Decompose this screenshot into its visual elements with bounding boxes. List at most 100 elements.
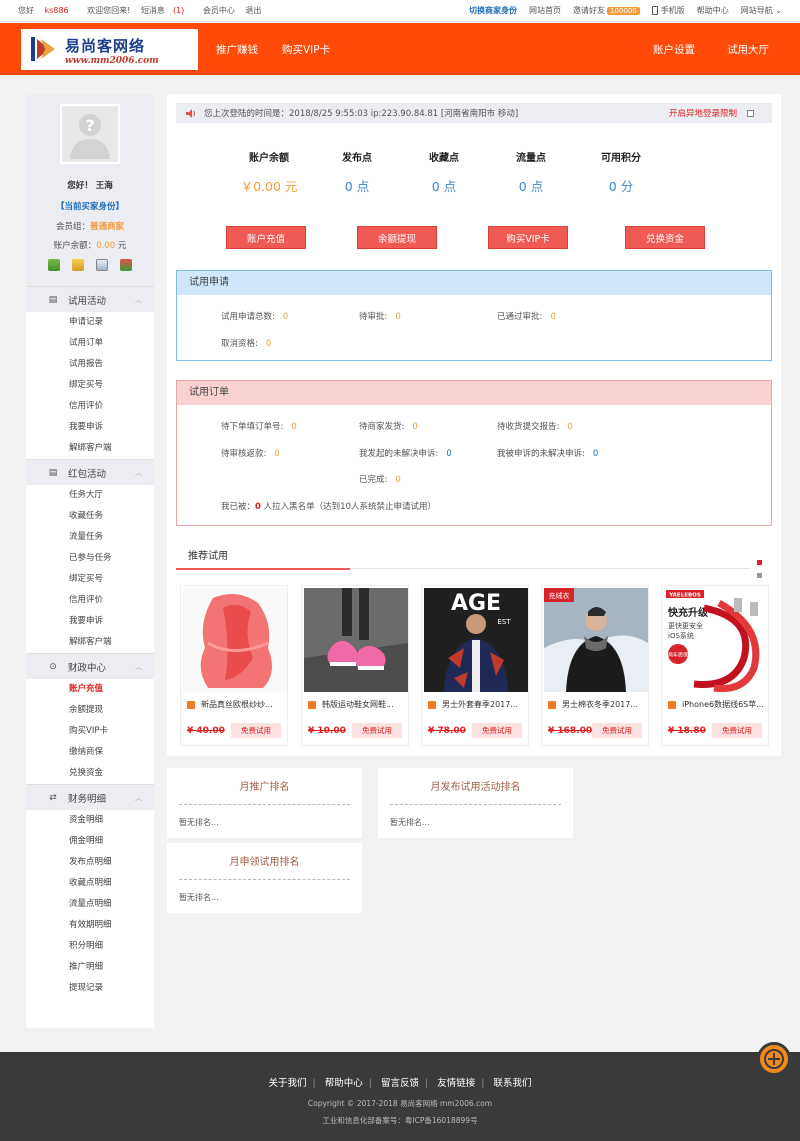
sidebar-item-joined-task[interactable]: 已参与任务: [26, 548, 154, 569]
sidebar-item-promo-detail[interactable]: 推广明细: [26, 957, 154, 978]
product-card[interactable]: AGE EST 男士外套春季2017... ¥ 78.00 免费试用: [421, 585, 529, 746]
float-plus-button[interactable]: [757, 1042, 791, 1076]
product-image[interactable]: 充绒衣: [544, 588, 648, 692]
switch-role-link[interactable]: 切换商家身份: [469, 5, 517, 16]
sidebar-item-traffic-detail[interactable]: 流量点明细: [26, 894, 154, 915]
sidebar-item-bind-buyer[interactable]: 绑定买号: [26, 375, 154, 396]
id-card-icon[interactable]: [96, 259, 108, 271]
sidebar-item-unbind-client-2[interactable]: 解绑客户端: [26, 632, 154, 653]
free-trial-button[interactable]: 免费试用: [472, 723, 522, 738]
remote-login-limit[interactable]: 开启异地登录限制: [669, 107, 754, 119]
sidebar-item-bind-buyer-2[interactable]: 绑定买号: [26, 569, 154, 590]
free-trial-button[interactable]: 免费试用: [592, 723, 642, 738]
sidebar-group-details[interactable]: ⇄ 财务明细 ︿: [26, 784, 154, 810]
free-trial-button[interactable]: 免费试用: [231, 723, 281, 738]
sidebar-group-trial[interactable]: ▤ 试用活动 ︿: [26, 286, 154, 312]
coins-icon[interactable]: [72, 259, 84, 271]
product-title[interactable]: 男士棉衣冬季2017...: [548, 699, 646, 710]
profile-quick-icons: [26, 259, 154, 271]
document-icon: ▤: [48, 467, 58, 478]
welcome-text: 欢迎您回来!: [87, 6, 131, 15]
footer-link-feedback[interactable]: 留言反馈: [381, 1078, 419, 1089]
recharge-button[interactable]: 账户充值: [226, 226, 306, 249]
free-trial-button[interactable]: 免费试用: [352, 723, 402, 738]
sidebar-item-appeal-2[interactable]: 我要申诉: [26, 611, 154, 632]
sidebar-item-trial-reports[interactable]: 试用报告: [26, 354, 154, 375]
gift-icon[interactable]: [120, 259, 132, 271]
sidebar-item-buy-vip[interactable]: 购买VIP卡: [26, 721, 154, 742]
site-nav-dropdown[interactable]: 网站导航 ⌄: [741, 5, 782, 16]
sidebar-item-fund-detail[interactable]: 资金明细: [26, 810, 154, 831]
username-link[interactable]: ks886: [45, 6, 69, 15]
sidebar-item-publish-detail[interactable]: 发布点明细: [26, 852, 154, 873]
sidebar-item-fav-detail[interactable]: 收藏点明细: [26, 873, 154, 894]
header: 易尚客网络 www.mm2006.com 推广赚钱 购买VIP卡 账户设置 试用…: [0, 23, 800, 75]
secondary-nav: 账户设置 试用大厅: [653, 23, 769, 75]
sidebar-item-exchange[interactable]: 兑换资金: [26, 763, 154, 784]
sidebar-item-recharge[interactable]: 账户充值: [26, 679, 154, 700]
sidebar-item-credit-2[interactable]: 信用评价: [26, 590, 154, 611]
sidebar-item-fav-task[interactable]: 收藏任务: [26, 506, 154, 527]
product-image[interactable]: AGE EST: [424, 588, 528, 692]
rank-divider: [179, 804, 350, 805]
sidebar-item-deposit[interactable]: 缴纳商保: [26, 742, 154, 763]
sidebar-item-validity-detail[interactable]: 有效期明细: [26, 915, 154, 936]
sidebar-item-withdraw-records[interactable]: 提现记录: [26, 978, 154, 999]
sidebar-item-task-hall[interactable]: 任务大厅: [26, 485, 154, 506]
product-title[interactable]: 男士外套春季2017...: [428, 699, 526, 710]
logout-link[interactable]: 退出: [245, 6, 261, 15]
avatar[interactable]: ?: [60, 104, 120, 164]
footer-icp: 工业和信息化部备案号：粤ICP备16018899号: [322, 1116, 478, 1125]
sidebar-item-traffic-task[interactable]: 流量任务: [26, 527, 154, 548]
free-trial-button[interactable]: 免费试用: [712, 723, 762, 738]
footer-link-friends[interactable]: 友情链接: [437, 1078, 475, 1089]
nav-account-settings[interactable]: 账户设置: [653, 42, 695, 57]
member-center-link[interactable]: 会员中心: [203, 6, 235, 15]
product-image[interactable]: [183, 588, 287, 692]
site-home-link[interactable]: 网站首页: [529, 5, 561, 16]
help-link[interactable]: 帮助中心: [697, 5, 729, 16]
profile-role[interactable]: 【当前买家身份】: [26, 200, 154, 212]
footer-link-about[interactable]: 关于我们: [268, 1078, 306, 1089]
product-image[interactable]: YAELEBOS 快充升级 更快更安全 iOS系统 两年质保: [664, 588, 768, 692]
apply-passed: 已通过审批: 0: [497, 312, 556, 322]
profile-balance: 账户余额：0.00 元: [53, 241, 127, 251]
tab-recommended-trials[interactable]: 推荐试用: [176, 546, 350, 570]
verify-icon[interactable]: [48, 259, 60, 271]
product-title[interactable]: 韩版运动鞋女网鞋...: [308, 699, 406, 710]
nav-buy-vip[interactable]: 购买VIP卡: [282, 42, 330, 57]
sidebar-group-redpacket[interactable]: ▤ 红包活动 ︿: [26, 459, 154, 485]
mobile-link[interactable]: 手机版: [651, 5, 685, 16]
buy-vip-button[interactable]: 购买VIP卡: [488, 226, 568, 249]
carousel-dot[interactable]: [757, 573, 762, 578]
remote-login-checkbox[interactable]: [747, 109, 754, 117]
withdraw-button[interactable]: 余额提现: [357, 226, 437, 249]
sidebar-item-unbind-client[interactable]: 解绑客户端: [26, 438, 154, 459]
footer-link-contact[interactable]: 联系我们: [493, 1078, 531, 1089]
exchange-button[interactable]: 兑换资金: [625, 226, 705, 249]
nav-trial-hall[interactable]: 试用大厅: [727, 42, 769, 57]
product-card[interactable]: 充绒衣 男士棉衣冬季2017... ¥ 168.00 免费试用: [541, 585, 649, 746]
jacket-bg-sub: EST: [497, 618, 511, 626]
product-title[interactable]: 新品真丝欧根纱纱...: [187, 699, 285, 710]
product-card[interactable]: 新品真丝欧根纱纱... ¥ 40.00 免费试用: [180, 585, 288, 746]
sidebar-item-commission-detail[interactable]: 佣金明细: [26, 831, 154, 852]
messages-link[interactable]: 短消息 (1): [141, 6, 192, 15]
sidebar-group-finance[interactable]: ⊙ 财政中心 ︿: [26, 653, 154, 679]
sidebar-item-appeal[interactable]: 我要申诉: [26, 417, 154, 438]
product-card[interactable]: YAELEBOS 快充升级 更快更安全 iOS系统 两年质保 iPhone6数据…: [661, 585, 769, 746]
sidebar-item-credit[interactable]: 信用评价: [26, 396, 154, 417]
sidebar-item-points-detail[interactable]: 积分明细: [26, 936, 154, 957]
sidebar-item-apply-records[interactable]: 申请记录: [26, 312, 154, 333]
footer-link-help[interactable]: 帮助中心: [325, 1078, 363, 1089]
sidebar-item-withdraw[interactable]: 余额提现: [26, 700, 154, 721]
invite-link[interactable]: 邀请好友 100000: [573, 5, 640, 16]
sidebar-item-trial-orders[interactable]: 试用订单: [26, 333, 154, 354]
carousel-dot-active[interactable]: [757, 560, 762, 565]
product-card[interactable]: 韩版运动鞋女网鞋... ¥ 10.00 免费试用: [301, 585, 409, 746]
nav-promote[interactable]: 推广赚钱: [216, 42, 258, 57]
product-image[interactable]: [304, 588, 408, 692]
order-appeals-against: 我被申诉的未解决申诉: 0: [497, 449, 599, 459]
product-title[interactable]: iPhone6数据线6S苹...: [668, 699, 766, 710]
logo[interactable]: 易尚客网络 www.mm2006.com: [21, 29, 198, 70]
